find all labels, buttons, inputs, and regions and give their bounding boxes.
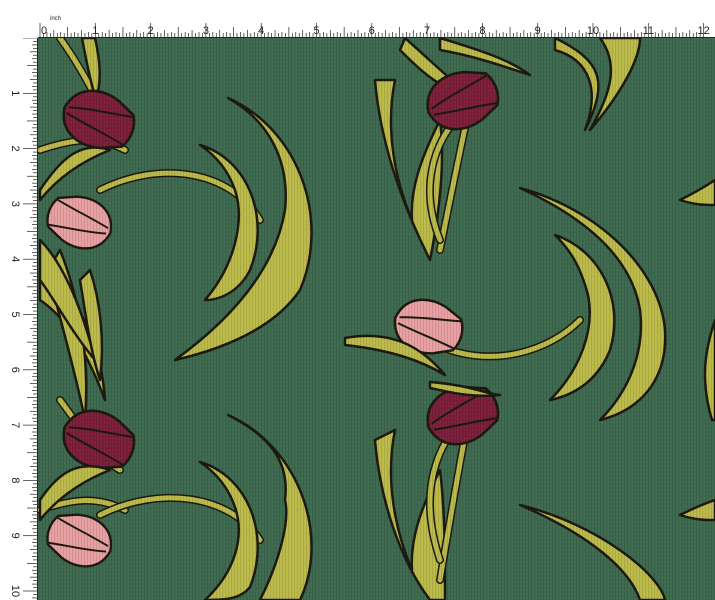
ruler-number: 5 — [9, 311, 21, 317]
ruler-number: 8 — [479, 25, 485, 37]
ruler-number: 2 — [9, 146, 21, 152]
ruler-number: 6 — [369, 25, 375, 37]
knit-texture-overlay — [38, 38, 715, 600]
ruler-number: 4 — [9, 256, 21, 262]
ruler-number: 10 — [587, 25, 599, 37]
ruler-number: 11 — [643, 25, 654, 37]
top-ruler: 0 1 2 3 4 5 6 7 8 9 10 11 12 inch — [0, 0, 715, 38]
ruler-number: 0 — [41, 25, 47, 37]
ruler-number: 9 — [535, 25, 541, 37]
ruler-number: 10 — [9, 585, 21, 597]
ruler-number: 1 — [9, 90, 21, 96]
ruler-number: 4 — [258, 25, 264, 37]
ruler-number: 12 — [697, 25, 709, 37]
ruler-number: 3 — [9, 201, 21, 207]
fabric-swatch-image: 0 1 2 3 4 5 6 7 8 9 10 11 12 inch 12345678910 — [0, 0, 715, 600]
ruler-number: 2 — [148, 25, 154, 37]
ruler-number: 7 — [424, 25, 430, 37]
ruler-corner — [0, 0, 38, 38]
ruler-number: 1 — [92, 25, 98, 37]
ruler-number: 6 — [9, 367, 21, 373]
ruler-unit-label: inch — [50, 16, 61, 22]
ruler-number: 9 — [9, 533, 21, 539]
ruler-number: 8 — [9, 477, 21, 483]
ruler-number: 3 — [203, 25, 209, 37]
fabric-area — [38, 38, 715, 600]
ruler-number: 5 — [313, 25, 319, 37]
ruler-number: 7 — [9, 422, 21, 428]
left-ruler: 1 2 3 4 5 6 7 8 9 10 — [0, 37, 38, 600]
